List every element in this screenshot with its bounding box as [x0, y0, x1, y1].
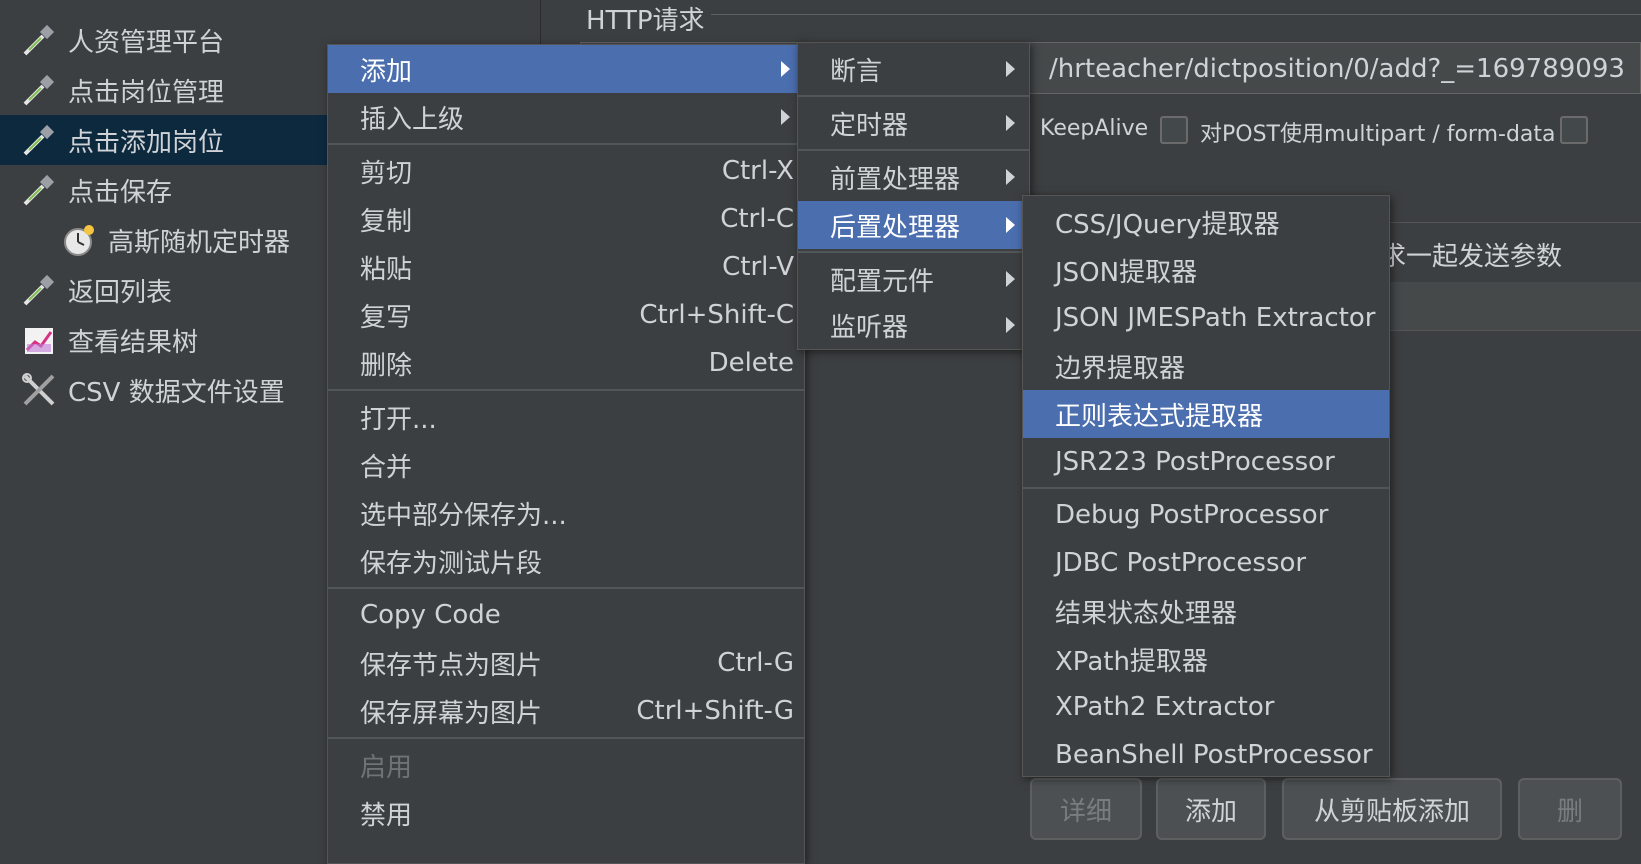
pipette-icon [20, 171, 58, 209]
send-params-label: 求一起发送参数 [1380, 242, 1563, 272]
menu-item-cut[interactable]: 剪切 Ctrl-X [328, 147, 804, 195]
menu-item-paste[interactable]: 粘贴 Ctrl-V [328, 243, 804, 291]
submenu-arrow-icon [1006, 317, 1015, 333]
menu-item-save-node-image[interactable]: 保存节点为图片 Ctrl-G [328, 639, 804, 687]
postprocessor-submenu: CSS/JQuery提取器 JSON提取器 JSON JMESPath Extr… [1022, 195, 1390, 777]
submenu-item-listener[interactable]: 监听器 [798, 301, 1029, 349]
submenu-item-boundary-extractor[interactable]: 边界提取器 [1023, 342, 1389, 390]
tree-item-label: 点击添加岗位 [68, 127, 225, 158]
submenu-item-regex-extractor[interactable]: 正则表达式提取器 [1023, 390, 1389, 438]
fieldset-border [580, 14, 1641, 15]
section-title: HTTP请求 [580, 0, 711, 37]
tools-icon [20, 371, 58, 409]
context-menu: 添加 插入上级 剪切 Ctrl-X 复制 Ctrl-C 粘贴 Ctrl-V 复写… [327, 44, 805, 864]
menu-item-insert-parent[interactable]: 插入上级 [328, 93, 804, 141]
menu-separator [798, 149, 1029, 151]
menu-item-copy[interactable]: 复制 Ctrl-C [328, 195, 804, 243]
tree-item-csv-config[interactable]: CSV 数据文件设置 [20, 365, 285, 415]
shortcut-label: Ctrl+Shift-C [639, 300, 794, 330]
pipette-icon [20, 121, 58, 159]
submenu-arrow-icon [781, 109, 790, 125]
submenu-item-beanshell-postprocessor[interactable]: BeanShell PostProcessor [1023, 731, 1389, 779]
menu-item-copy-code[interactable]: Copy Code [328, 591, 804, 639]
menu-item-open[interactable]: 打开... [328, 393, 804, 441]
shortcut-label: Ctrl-C [720, 204, 794, 234]
chart-icon [20, 321, 58, 359]
multipart-checkbox[interactable] [1160, 116, 1188, 144]
submenu-item-preprocessor[interactable]: 前置处理器 [798, 153, 1029, 201]
submenu-item-xpath-extractor[interactable]: XPath提取器 [1023, 635, 1389, 683]
menu-item-save-fragment[interactable]: 保存为测试片段 [328, 537, 804, 585]
multipart-label: 对POST使用multipart / form-data [1200, 122, 1556, 147]
add-submenu: 断言 定时器 前置处理器 后置处理器 配置元件 监听器 [797, 42, 1030, 350]
submenu-item-result-status-handler[interactable]: 结果状态处理器 [1023, 587, 1389, 635]
tree-item-result-tree[interactable]: 查看结果树 [20, 315, 198, 365]
pipette-icon [20, 21, 58, 59]
stopwatch-icon [60, 221, 98, 259]
tree-item-label: 点击保存 [68, 177, 173, 208]
submenu-arrow-icon [1006, 271, 1015, 287]
tree-item-position-manage[interactable]: 点击岗位管理 [20, 65, 224, 115]
menu-separator [328, 587, 804, 589]
submenu-arrow-icon [1006, 61, 1015, 77]
submenu-arrow-icon [1006, 169, 1015, 185]
shortcut-label: Ctrl-X [721, 156, 794, 186]
add-from-clipboard-button[interactable]: 从剪贴板添加 [1282, 778, 1502, 840]
menu-separator [328, 737, 804, 739]
shortcut-label: Ctrl-V [722, 252, 794, 282]
menu-separator [1023, 487, 1389, 489]
menu-item-enable[interactable]: 启用 [328, 741, 804, 789]
menu-item-add[interactable]: 添加 [328, 45, 804, 93]
menu-item-merge[interactable]: 合并 [328, 441, 804, 489]
menu-item-delete[interactable]: 删除 Delete [328, 339, 804, 387]
submenu-arrow-icon [1006, 217, 1015, 233]
submenu-item-json-jmespath-extractor[interactable]: JSON JMESPath Extractor [1023, 294, 1389, 342]
menu-item-save-selection[interactable]: 选中部分保存为... [328, 489, 804, 537]
menu-item-duplicate[interactable]: 复写 Ctrl+Shift-C [328, 291, 804, 339]
pipette-icon [20, 71, 58, 109]
menu-separator [798, 95, 1029, 97]
tree-item-label: 查看结果树 [68, 327, 199, 358]
tree-item-save[interactable]: 点击保存 [20, 165, 172, 215]
tree-item-hr-platform[interactable]: 人资管理平台 [20, 15, 224, 65]
shortcut-label: Ctrl+Shift-G [636, 696, 794, 726]
delete-button[interactable]: 删 [1518, 778, 1622, 840]
tree-item-add-position[interactable]: 点击添加岗位 [0, 115, 340, 165]
tree-item-gauss-timer[interactable]: 高斯随机定时器 [60, 215, 290, 265]
detail-button[interactable]: 详细 [1030, 778, 1142, 840]
submenu-item-config-element[interactable]: 配置元件 [798, 255, 1029, 303]
shortcut-label: Delete [708, 348, 794, 378]
submenu-item-json-extractor[interactable]: JSON提取器 [1023, 246, 1389, 294]
tree-item-label: 人资管理平台 [68, 27, 225, 58]
submenu-item-postprocessor[interactable]: 后置处理器 [798, 201, 1029, 249]
submenu-arrow-icon [1006, 115, 1015, 131]
menu-separator [798, 251, 1029, 253]
submenu-item-xpath2-extractor[interactable]: XPath2 Extractor [1023, 683, 1389, 731]
menu-separator [328, 389, 804, 391]
shortcut-label: Ctrl-G [717, 648, 794, 678]
add-button[interactable]: 添加 [1156, 778, 1266, 840]
tree-item-label: 返回列表 [68, 277, 173, 308]
pipette-icon [20, 271, 58, 309]
tree-item-label: CSV 数据文件设置 [68, 377, 285, 408]
tree-item-return-list[interactable]: 返回列表 [20, 265, 172, 315]
submenu-item-debug-postprocessor[interactable]: Debug PostProcessor [1023, 491, 1389, 539]
submenu-item-jsr223-postprocessor[interactable]: JSR223 PostProcessor [1023, 438, 1389, 486]
submenu-item-timer[interactable]: 定时器 [798, 99, 1029, 147]
submenu-item-css-jquery-extractor[interactable]: CSS/JQuery提取器 [1023, 198, 1389, 246]
tree-item-label: 高斯随机定时器 [108, 227, 291, 258]
tree-item-label: 点击岗位管理 [68, 77, 225, 108]
keepalive-label: KeepAlive [1040, 116, 1149, 141]
menu-separator [328, 143, 804, 145]
submenu-item-jdbc-postprocessor[interactable]: JDBC PostProcessor [1023, 539, 1389, 587]
menu-item-save-screen-image[interactable]: 保存屏幕为图片 Ctrl+Shift-G [328, 687, 804, 735]
submenu-arrow-icon [781, 61, 790, 77]
submenu-item-assertion[interactable]: 断言 [798, 45, 1029, 93]
menu-item-disable[interactable]: 禁用 [328, 789, 804, 837]
browser-headers-checkbox[interactable] [1560, 116, 1588, 144]
